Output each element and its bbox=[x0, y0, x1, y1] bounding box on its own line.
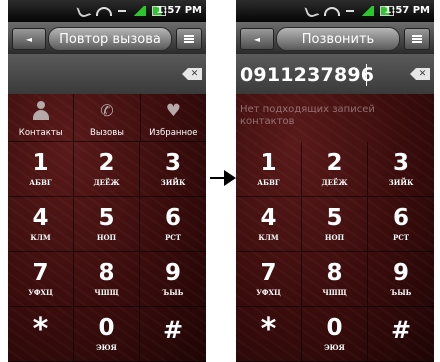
tab-label: Контакты bbox=[18, 128, 63, 138]
heart-icon: ♥ bbox=[165, 101, 181, 121]
action-bar: ◄ Позвонить bbox=[236, 22, 434, 54]
status-icons bbox=[76, 3, 166, 19]
key-8[interactable]: 8 ЧШЩ bbox=[302, 252, 368, 307]
clear-icon: ✕ bbox=[190, 68, 199, 79]
number-field[interactable]: 0911237896 ✕ bbox=[236, 54, 434, 94]
back-arrow-icon: ◄ bbox=[253, 34, 261, 44]
key-9[interactable]: 9 ЪЫЬ bbox=[368, 252, 434, 307]
transition-arrow-icon bbox=[210, 170, 236, 186]
key-6[interactable]: 6 РСТ bbox=[140, 197, 206, 252]
tab-favorites[interactable]: ♥ Избранное bbox=[140, 94, 206, 142]
key-7[interactable]: 7 УФХЦ bbox=[236, 252, 302, 307]
action-bar: ◄ Повтор вызова bbox=[8, 22, 206, 54]
key-4[interactable]: 4 КЛМ bbox=[8, 197, 74, 252]
signal-icon bbox=[360, 6, 374, 16]
signal-icon bbox=[132, 6, 146, 16]
call-button[interactable]: Позвонить bbox=[276, 27, 400, 51]
person-icon bbox=[32, 101, 50, 121]
wifi-icon bbox=[324, 6, 340, 16]
key-star[interactable]: * bbox=[8, 307, 74, 362]
left-phone-screen: 1:57 PM ◄ Повтор вызова ✕ Контакты ✆ Выз… bbox=[8, 0, 206, 362]
dial-keypad: 1 АБВГ 2 ДЕЁЖ 3 ЗИЙК 4 КЛМ 5 НОП 6 РСТ 7 УФХЦ 8… bbox=[236, 142, 434, 362]
redial-button[interactable]: Повтор вызова bbox=[48, 27, 172, 51]
key-0[interactable]: 0 ЭЮЯ bbox=[74, 307, 140, 362]
phone-handset-icon: ✆ bbox=[100, 101, 114, 120]
wifi-icon bbox=[96, 6, 112, 16]
text-cursor bbox=[366, 64, 367, 86]
key-2[interactable]: 2 ДЕЁЖ bbox=[74, 142, 140, 197]
key-3[interactable]: 3 ЗИЙК bbox=[368, 142, 434, 197]
tab-label: Вызовы bbox=[90, 128, 124, 138]
tab-calls[interactable]: ✆ Вызовы bbox=[74, 94, 141, 142]
status-time: 1:57 PM bbox=[156, 5, 202, 16]
missed-call-icon bbox=[76, 3, 92, 19]
key-hash[interactable]: # bbox=[368, 307, 434, 362]
key-star[interactable]: * bbox=[236, 307, 302, 362]
back-button[interactable]: ◄ bbox=[240, 28, 274, 50]
sync-icon bbox=[118, 10, 126, 12]
status-bar: 1:57 PM bbox=[8, 0, 206, 22]
no-matches-message: Нет подходящих записей контактов bbox=[240, 104, 375, 127]
key-3[interactable]: 3 ЗИЙК bbox=[140, 142, 206, 197]
key-4[interactable]: 4 КЛМ bbox=[236, 197, 302, 252]
key-2[interactable]: 2 ДЕЁЖ bbox=[302, 142, 368, 197]
right-phone-screen: 1:57 PM ◄ Позвонить 0911237896 ✕ Нет под… bbox=[236, 0, 434, 362]
tab-label: Избранное bbox=[149, 128, 198, 138]
key-5[interactable]: 5 НОП bbox=[302, 197, 368, 252]
dialed-number: 0911237896 bbox=[240, 64, 375, 86]
menu-icon bbox=[412, 35, 422, 43]
clear-icon: ✕ bbox=[418, 68, 427, 79]
sync-icon bbox=[346, 10, 354, 12]
key-5[interactable]: 5 НОП bbox=[74, 197, 140, 252]
key-1[interactable]: 1 АБВГ bbox=[236, 142, 302, 197]
status-bar: 1:57 PM bbox=[236, 0, 434, 22]
back-button[interactable]: ◄ bbox=[12, 28, 46, 50]
menu-button[interactable] bbox=[404, 28, 430, 50]
key-9[interactable]: 9 ЪЫЬ bbox=[140, 252, 206, 307]
menu-icon bbox=[184, 35, 194, 43]
status-icons bbox=[304, 3, 394, 19]
key-7[interactable]: 7 УФХЦ bbox=[8, 252, 74, 307]
key-8[interactable]: 8 ЧШЩ bbox=[74, 252, 140, 307]
backspace-button[interactable]: ✕ bbox=[410, 68, 430, 80]
dial-keypad: 1 АБВГ 2 ДЕЁЖ 3 ЗИЙК 4 КЛМ 5 НОП 6 РСТ 7 УФХЦ 8… bbox=[8, 142, 206, 362]
backspace-button[interactable]: ✕ bbox=[182, 68, 202, 80]
menu-button[interactable] bbox=[176, 28, 202, 50]
back-arrow-icon: ◄ bbox=[25, 34, 33, 44]
number-field[interactable]: ✕ bbox=[8, 54, 206, 94]
key-1[interactable]: 1 АБВГ bbox=[8, 142, 74, 197]
dialer-tabs: Контакты ✆ Вызовы ♥ Избранное bbox=[8, 94, 206, 142]
status-time: 1:57 PM bbox=[384, 5, 430, 16]
tab-contacts[interactable]: Контакты bbox=[8, 94, 75, 142]
key-6[interactable]: 6 РСТ bbox=[368, 197, 434, 252]
key-0[interactable]: 0 ЭЮЯ bbox=[302, 307, 368, 362]
key-hash[interactable]: # bbox=[140, 307, 206, 362]
missed-call-icon bbox=[304, 3, 320, 19]
